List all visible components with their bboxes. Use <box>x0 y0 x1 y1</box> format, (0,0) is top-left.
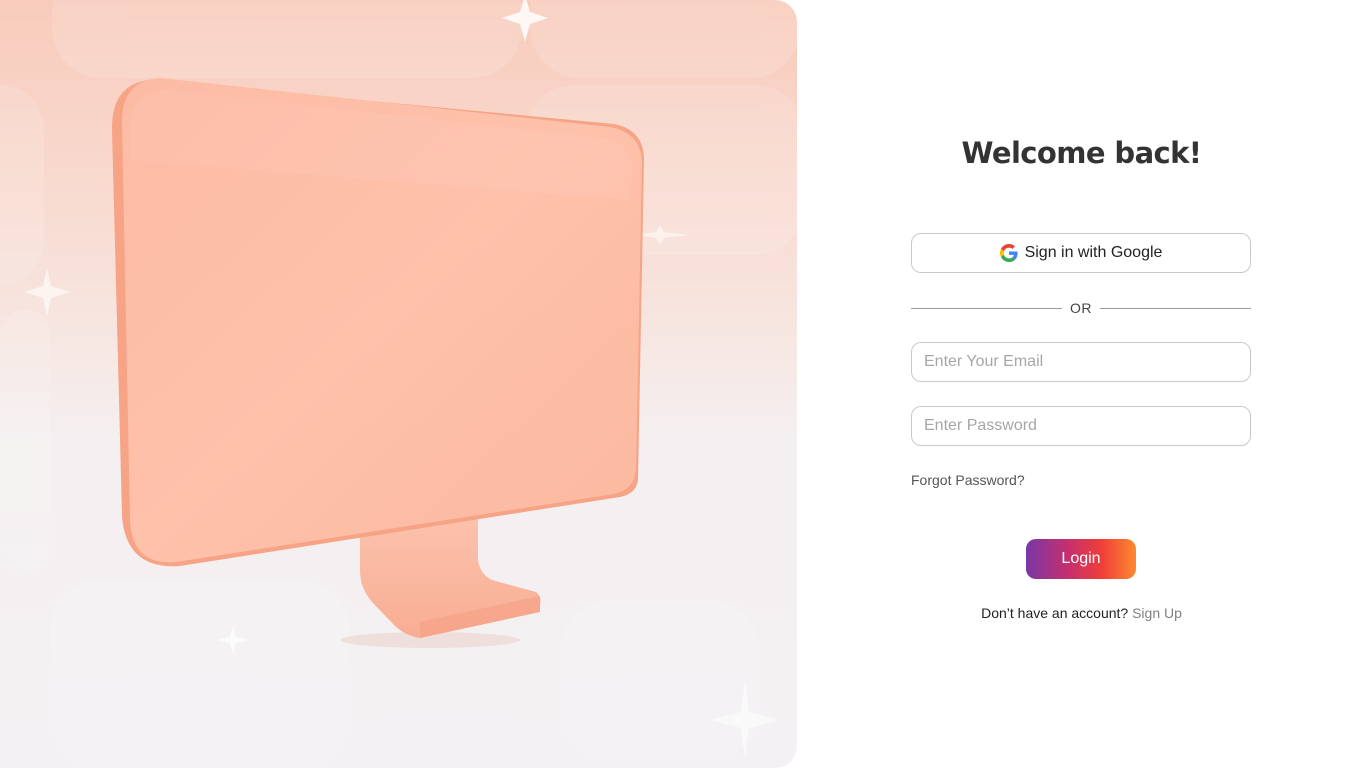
google-signin-label: Sign in with Google <box>1024 244 1163 261</box>
divider-line-left <box>911 307 1062 309</box>
forgot-password-link[interactable]: Forgot Password? <box>911 472 1025 488</box>
login-page: Welcome back! Sign in with Google OR For… <box>0 0 1366 768</box>
google-icon <box>999 244 1018 262</box>
signup-link[interactable]: Sign Up <box>1132 605 1182 621</box>
or-divider: OR <box>911 298 1251 318</box>
signup-prompt-text: Don’t have an account? <box>981 605 1129 621</box>
signup-prompt: Don’t have an account? Sign Up <box>797 605 1366 621</box>
password-field[interactable] <box>911 406 1251 446</box>
login-panel: Welcome back! Sign in with Google OR For… <box>797 0 1366 768</box>
email-field[interactable] <box>911 342 1251 382</box>
hero-panel <box>0 0 797 768</box>
login-button[interactable]: Login <box>1026 539 1136 579</box>
google-signin-button[interactable]: Sign in with Google <box>911 233 1251 273</box>
page-title: Welcome back! <box>961 136 1202 170</box>
monitor-illustration <box>0 0 797 768</box>
divider-text: OR <box>1070 300 1092 316</box>
divider-line-right <box>1100 307 1251 309</box>
